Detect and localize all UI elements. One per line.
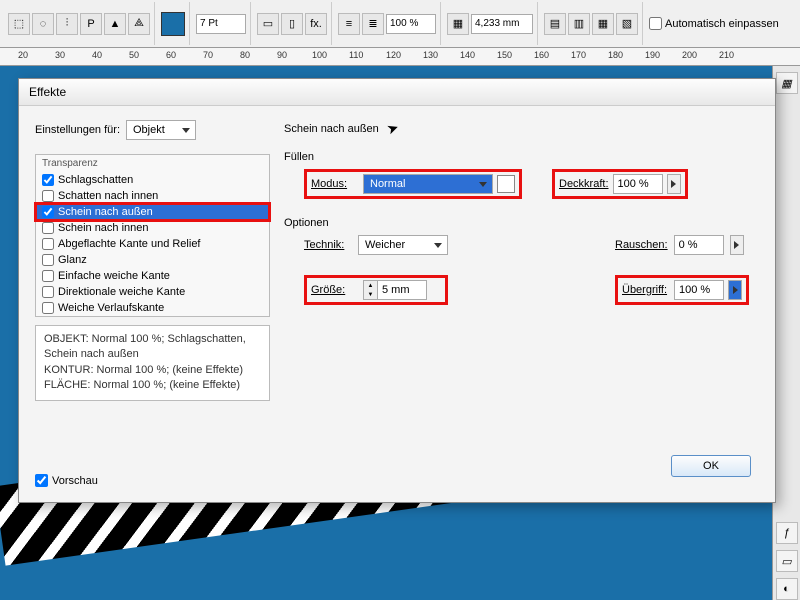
tool-5[interactable]: ▲ bbox=[104, 13, 126, 35]
effect-outer-glow[interactable]: Schein nach außen bbox=[36, 204, 269, 220]
width-input[interactable] bbox=[471, 14, 533, 34]
auto-fit-label: Automatisch einpassen bbox=[665, 18, 779, 30]
tool-3[interactable]: ⫶ bbox=[56, 13, 78, 35]
effects-summary: OBJEKT: Normal 100 %; Schlagschatten, Sc… bbox=[35, 325, 270, 401]
technique-value: Weicher bbox=[365, 239, 405, 251]
fit-2[interactable]: ▥ bbox=[568, 13, 590, 35]
fit-3[interactable]: ▦ bbox=[592, 13, 614, 35]
options-group-label: Optionen bbox=[284, 217, 759, 229]
effect-directional-feather[interactable]: Direktionale weiche Kante bbox=[36, 284, 269, 300]
section-title: Schein nach außen bbox=[284, 123, 379, 135]
horizontal-ruler: 20 30 40 50 60 70 80 90 100 110 120 130 … bbox=[0, 48, 800, 66]
mode-dropdown[interactable]: Normal bbox=[363, 174, 493, 194]
mode-field-highlight: Modus: Normal bbox=[304, 169, 522, 199]
mode-value: Normal bbox=[370, 178, 405, 190]
fit-4[interactable]: ▧ bbox=[616, 13, 638, 35]
effect-drop-shadow[interactable]: Schlagschatten bbox=[36, 172, 269, 188]
effect-bevel[interactable]: Abgeflachte Kante und Relief bbox=[36, 236, 269, 252]
glow-color-swatch[interactable] bbox=[497, 175, 515, 193]
opacity-field-highlight: Deckkraft: bbox=[552, 169, 688, 199]
effect-gradient-feather[interactable]: Weiche Verlaufskante bbox=[36, 300, 269, 316]
align-2[interactable]: ≣ bbox=[362, 13, 384, 35]
fill-group-label: Füllen bbox=[284, 151, 759, 163]
ok-button[interactable]: OK bbox=[671, 455, 751, 477]
transparency-label: Transparenz bbox=[36, 155, 269, 172]
tool-2[interactable]: ◌ bbox=[32, 13, 54, 35]
spread-slider[interactable] bbox=[728, 280, 742, 300]
main-toolbar: ⬚ ◌ ⫶ P ▲ ⟁ ▭ ▯ fx. ≡ ≣ ▦ ▤ ▥ ▦ ▧ Automa… bbox=[0, 0, 800, 48]
size-input[interactable]: ▲▼ bbox=[363, 280, 427, 300]
strip-btn-3[interactable]: ◐ bbox=[776, 578, 798, 600]
grid-icon[interactable]: ▦ bbox=[776, 72, 798, 94]
noise-slider[interactable] bbox=[730, 235, 744, 255]
settings-for-value: Objekt bbox=[133, 124, 165, 136]
align-1[interactable]: ≡ bbox=[338, 13, 360, 35]
spread-label: Übergriff: bbox=[622, 284, 670, 296]
strip-btn-2[interactable]: ▭ bbox=[776, 550, 798, 572]
preview-checkbox[interactable]: Vorschau bbox=[35, 474, 270, 487]
cap-1[interactable]: ▭ bbox=[257, 13, 279, 35]
size-label: Größe: bbox=[311, 284, 359, 296]
effect-list: Schlagschatten Schatten nach innen Schei… bbox=[36, 172, 269, 316]
frame-fit-icon[interactable]: ▦ bbox=[447, 13, 469, 35]
cursor-icon: ➤ bbox=[384, 119, 401, 139]
noise-label: Rauschen: bbox=[615, 239, 668, 251]
auto-fit-checkbox[interactable]: Automatisch einpassen bbox=[649, 17, 779, 30]
effect-satin[interactable]: Glanz bbox=[36, 252, 269, 268]
technique-label: Technik: bbox=[304, 239, 352, 251]
stroke-weight-input[interactable] bbox=[196, 14, 246, 34]
effects-dialog: Effekte Einstellungen für: Objekt Transp… bbox=[18, 78, 776, 503]
effect-inner-glow[interactable]: Schein nach innen bbox=[36, 220, 269, 236]
dialog-left-panel: Einstellungen für: Objekt Transparenz Sc… bbox=[35, 120, 270, 487]
preview-label: Vorschau bbox=[52, 475, 98, 487]
dialog-right-panel: Schein nach außen ➤ Füllen Modus: Normal… bbox=[284, 120, 759, 487]
fill-color-swatch[interactable] bbox=[161, 12, 185, 36]
noise-input[interactable] bbox=[674, 235, 724, 255]
mode-label: Modus: bbox=[311, 178, 359, 190]
tool-6[interactable]: ⟁ bbox=[128, 13, 150, 35]
settings-for-label: Einstellungen für: bbox=[35, 124, 120, 136]
fx-button[interactable]: fx. bbox=[305, 13, 327, 35]
cap-2[interactable]: ▯ bbox=[281, 13, 303, 35]
technique-dropdown[interactable]: Weicher bbox=[358, 235, 448, 255]
effect-inner-shadow[interactable]: Schatten nach innen bbox=[36, 188, 269, 204]
fit-1[interactable]: ▤ bbox=[544, 13, 566, 35]
paragraph-tool[interactable]: P bbox=[80, 13, 102, 35]
scale-input[interactable] bbox=[386, 14, 436, 34]
opacity-label: Deckkraft: bbox=[559, 178, 609, 190]
effect-basic-feather[interactable]: Einfache weiche Kante bbox=[36, 268, 269, 284]
opacity-input[interactable] bbox=[613, 174, 663, 194]
opacity-slider[interactable] bbox=[667, 174, 681, 194]
strip-btn-1[interactable]: ƒ bbox=[776, 522, 798, 544]
settings-for-dropdown[interactable]: Objekt bbox=[126, 120, 196, 140]
transparency-group: Transparenz Schlagschatten Schatten nach… bbox=[35, 154, 270, 317]
spread-input[interactable] bbox=[674, 280, 724, 300]
dialog-title: Effekte bbox=[19, 79, 775, 106]
right-tool-strip: ▦ ƒ ▭ ◐ bbox=[772, 66, 800, 600]
spread-field-highlight: Übergriff: bbox=[615, 275, 749, 305]
size-field-highlight: Größe: ▲▼ bbox=[304, 275, 448, 305]
tool-1[interactable]: ⬚ bbox=[8, 13, 30, 35]
